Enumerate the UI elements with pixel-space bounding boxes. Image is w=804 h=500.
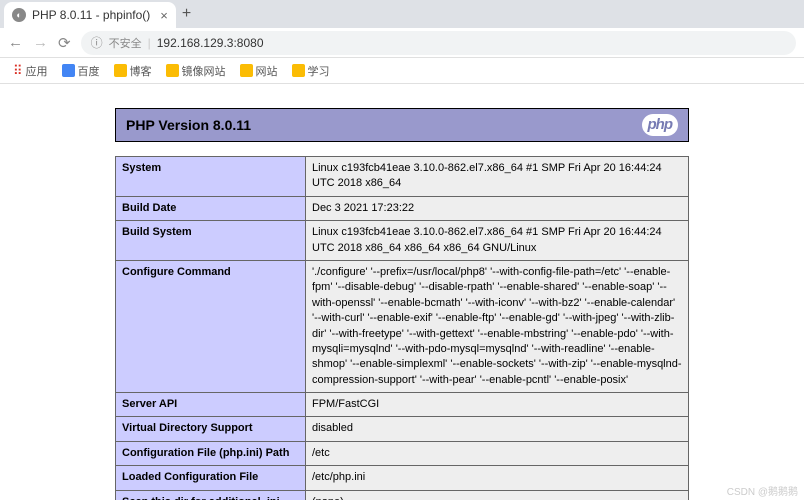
info-key: System <box>116 157 306 197</box>
address-text: 192.168.129.3:8080 <box>157 36 264 50</box>
info-key: Virtual Directory Support <box>116 417 306 441</box>
bookmark-item[interactable]: 学习 <box>287 61 335 81</box>
bookmark-item[interactable]: 百度 <box>57 61 105 81</box>
table-row: SystemLinux c193fcb41eae 3.10.0-862.el7.… <box>116 157 689 197</box>
php-header: PHP Version 8.0.11 php <box>115 108 689 142</box>
forward-button[interactable]: → <box>33 34 48 51</box>
info-key: Server API <box>116 393 306 417</box>
folder-icon <box>166 64 179 77</box>
phpinfo-panel: PHP Version 8.0.11 php SystemLinux c193f… <box>115 108 689 500</box>
warning-icon: ⓘ <box>91 34 103 51</box>
back-button[interactable]: ← <box>8 34 23 51</box>
insecure-label: 不安全 <box>109 35 142 51</box>
folder-icon <box>240 64 253 77</box>
bookmark-item[interactable]: 网站 <box>235 61 283 81</box>
info-key: Build Date <box>116 196 306 220</box>
tab-bar: ◐ PHP 8.0.11 - phpinfo() × + <box>0 0 804 28</box>
info-value: FPM/FastCGI <box>306 393 689 417</box>
bookmark-item[interactable]: 博客 <box>109 61 157 81</box>
watermark: CSDN @鹅鹅鹅 <box>727 483 798 498</box>
close-icon[interactable]: × <box>160 8 168 23</box>
table-row: Build SystemLinux c193fcb41eae 3.10.0-86… <box>116 221 689 261</box>
info-value: './configure' '--prefix=/usr/local/php8'… <box>306 260 689 392</box>
reload-button[interactable]: ⟳ <box>58 34 71 52</box>
table-row: Build DateDec 3 2021 17:23:22 <box>116 196 689 220</box>
info-value: Dec 3 2021 17:23:22 <box>306 196 689 220</box>
folder-icon <box>62 64 75 77</box>
bookmark-label: 学习 <box>308 63 330 79</box>
bookmark-label: 镜像网站 <box>182 63 226 79</box>
table-row: Server APIFPM/FastCGI <box>116 393 689 417</box>
info-key: Configure Command <box>116 260 306 392</box>
folder-icon <box>114 64 127 77</box>
info-value: /etc <box>306 441 689 465</box>
apps-label: 应用 <box>26 63 48 79</box>
bookmark-label: 网站 <box>256 63 278 79</box>
php-logo-text: php <box>648 116 673 133</box>
table-row: Loaded Configuration File/etc/php.ini <box>116 466 689 490</box>
table-row: Scan this dir for additional .ini files(… <box>116 490 689 500</box>
bookmark-label: 博客 <box>130 63 152 79</box>
info-value: Linux c193fcb41eae 3.10.0-862.el7.x86_64… <box>306 221 689 261</box>
php-version-title: PHP Version 8.0.11 <box>126 117 251 133</box>
info-value: Linux c193fcb41eae 3.10.0-862.el7.x86_64… <box>306 157 689 197</box>
tab-title: PHP 8.0.11 - phpinfo() <box>32 8 150 22</box>
info-value: disabled <box>306 417 689 441</box>
globe-icon: ◐ <box>12 8 26 22</box>
phpinfo-table: SystemLinux c193fcb41eae 3.10.0-862.el7.… <box>115 156 689 500</box>
table-row: Configuration File (php.ini) Path/etc <box>116 441 689 465</box>
bookmark-label: 百度 <box>78 63 100 79</box>
info-key: Configuration File (php.ini) Path <box>116 441 306 465</box>
info-value: (none) <box>306 490 689 500</box>
bookmark-item[interactable]: 镜像网站 <box>161 61 231 81</box>
info-key: Loaded Configuration File <box>116 466 306 490</box>
apps-button[interactable]: ⠿ 应用 <box>8 61 53 81</box>
divider: | <box>148 36 151 50</box>
new-tab-button[interactable]: + <box>182 5 191 23</box>
nav-bar: ← → ⟳ ⓘ 不安全 | 192.168.129.3:8080 <box>0 28 804 58</box>
info-value: /etc/php.ini <box>306 466 689 490</box>
folder-icon <box>292 64 305 77</box>
info-key: Scan this dir for additional .ini files <box>116 490 306 500</box>
table-row: Virtual Directory Supportdisabled <box>116 417 689 441</box>
table-row: Configure Command'./configure' '--prefix… <box>116 260 689 392</box>
browser-tab[interactable]: ◐ PHP 8.0.11 - phpinfo() × <box>4 2 176 28</box>
page-content: PHP Version 8.0.11 php SystemLinux c193f… <box>0 84 804 500</box>
info-key: Build System <box>116 221 306 261</box>
address-bar[interactable]: ⓘ 不安全 | 192.168.129.3:8080 <box>81 31 796 55</box>
apps-icon: ⠿ <box>13 63 23 79</box>
bookmarks-bar: ⠿ 应用 百度 博客 镜像网站 网站 学习 <box>0 58 804 84</box>
php-logo: php <box>642 114 679 136</box>
